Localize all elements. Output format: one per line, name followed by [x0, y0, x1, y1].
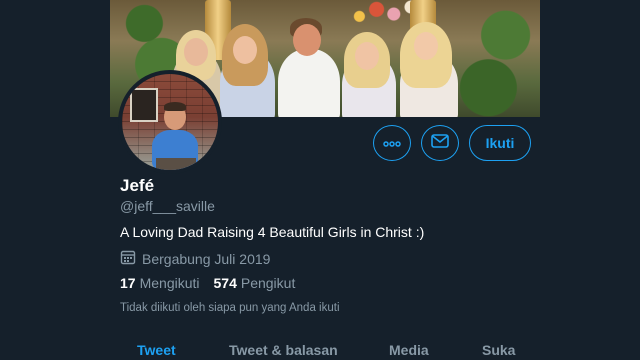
banner-person: [278, 49, 340, 117]
tab-media[interactable]: Media: [389, 342, 429, 358]
avatar-window: [130, 88, 158, 122]
joined-text: Bergabung Juli 2019: [142, 250, 271, 267]
tab-tweets-replies[interactable]: Tweet & balasan: [229, 342, 338, 358]
followers-you-know: Tidak diikuti oleh siapa pun yang Anda i…: [120, 302, 340, 314]
tab-likes[interactable]: Suka: [482, 342, 515, 358]
followers-link[interactable]: 574 Pengikut: [214, 275, 296, 291]
banner-person-face: [293, 24, 321, 56]
follow-stats: 17 Mengikuti 574 Pengikut: [120, 275, 295, 291]
banner-person-face: [233, 36, 257, 64]
followers-label: Pengikut: [240, 275, 296, 291]
more-icon: [383, 134, 401, 152]
banner-person-face: [414, 32, 438, 60]
message-button[interactable]: [421, 125, 459, 161]
profile-page: Ikuti Jefé @jeff___saville A Loving Dad …: [0, 0, 640, 360]
following-link[interactable]: 17 Mengikuti: [120, 275, 200, 291]
followers-count: 574: [213, 275, 237, 291]
following-count: 17: [120, 275, 136, 291]
profile-handle: @jeff___saville: [120, 198, 215, 214]
joined-date: Bergabung Juli 2019: [120, 249, 270, 268]
follow-button[interactable]: Ikuti: [469, 125, 531, 161]
profile-tabs: Tweet Tweet & balasan Media Suka: [110, 342, 540, 360]
banner-person-face: [355, 42, 379, 70]
tab-tweets[interactable]: Tweet: [137, 342, 176, 358]
avatar[interactable]: [118, 70, 222, 174]
more-button[interactable]: [373, 125, 411, 161]
following-label: Mengikuti: [139, 275, 200, 291]
profile-name: Jefé: [120, 176, 155, 195]
calendar-icon: [120, 249, 136, 268]
avatar-pants: [156, 158, 196, 170]
mail-icon: [431, 133, 449, 153]
banner-person-face: [184, 38, 208, 66]
avatar-hair: [164, 102, 186, 111]
profile-bio: A Loving Dad Raising 4 Beautiful Girls i…: [120, 224, 425, 240]
